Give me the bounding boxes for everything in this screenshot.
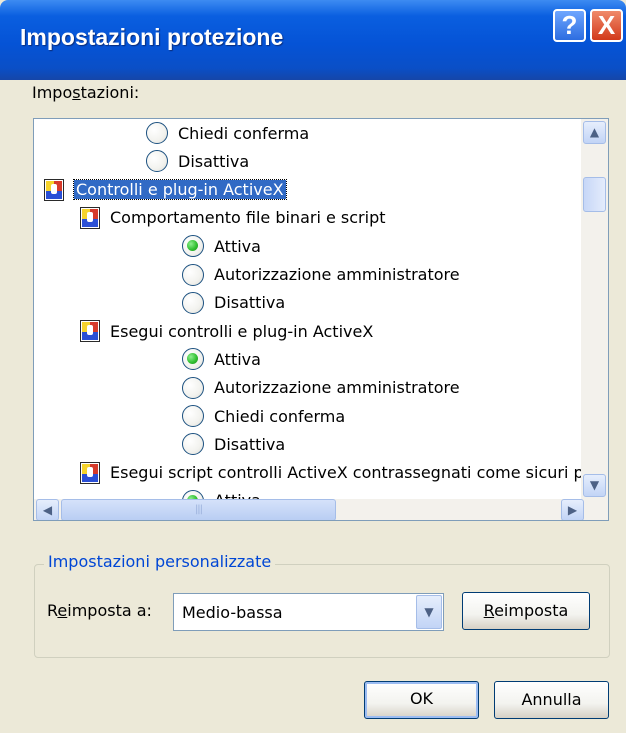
tree-item-label: Esegui script controlli ActiveX contrass…	[110, 463, 582, 483]
vertical-scroll-thumb[interactable]	[583, 177, 606, 212]
setting-category[interactable]: Esegui script controlli ActiveX contrass…	[80, 459, 582, 487]
scroll-left-icon[interactable]: ◀	[36, 499, 59, 520]
radio-option[interactable]: Attiva	[182, 487, 261, 499]
radio-checked-icon[interactable]	[182, 348, 204, 371]
radio-unchecked-icon[interactable]	[182, 405, 204, 427]
radio-option[interactable]: Attiva	[182, 232, 261, 260]
title-bar[interactable]: Impostazioni protezione ? X	[0, 0, 626, 80]
tree-item-label: Chiedi conferma	[178, 123, 310, 143]
radio-option[interactable]: Chiedi conferma	[146, 119, 309, 147]
reset-to-label: Reimposta a:	[47, 601, 152, 620]
tree-item-label: Chiedi conferma	[214, 406, 346, 426]
setting-category[interactable]: Controlli e plug-in ActiveX	[44, 176, 287, 204]
radio-unchecked-icon[interactable]	[146, 150, 168, 173]
tree-item-label: Comportamento file binari e script	[110, 208, 386, 228]
close-button[interactable]: X	[590, 9, 623, 42]
settings-category-icon	[80, 461, 100, 484]
setting-category[interactable]: Comportamento file binari e script	[80, 204, 386, 232]
window-title: Impostazioni protezione	[20, 24, 284, 50]
radio-checked-icon[interactable]	[182, 489, 204, 499]
radio-option[interactable]: Chiedi conferma	[182, 402, 345, 430]
radio-unchecked-icon[interactable]	[146, 122, 168, 144]
radio-option[interactable]: Disattiva	[182, 289, 285, 317]
settings-tree[interactable]: Chiedi conferma Disattiva Controlli e plug…	[34, 119, 582, 499]
radio-unchecked-icon[interactable]	[182, 263, 204, 286]
horizontal-scrollbar[interactable]: ◀ ||| ▶	[34, 499, 608, 520]
scroll-down-icon[interactable]: ▼	[583, 474, 606, 497]
radio-unchecked-icon[interactable]	[182, 376, 204, 399]
radio-unchecked-icon[interactable]	[182, 433, 204, 456]
tree-item-label: Attiva	[214, 349, 261, 369]
help-button[interactable]: ?	[553, 9, 586, 42]
radio-option[interactable]: Disattiva	[146, 147, 249, 175]
settings-category-icon	[80, 206, 100, 229]
reset-level-value: Medio-bassa	[182, 603, 283, 622]
settings-label: Impostazioni:	[32, 83, 140, 102]
radio-unchecked-icon[interactable]	[182, 291, 204, 314]
tree-item-label: Attiva	[214, 491, 261, 499]
settings-category-icon	[44, 178, 64, 201]
scroll-right-icon[interactable]: ▶	[561, 499, 584, 520]
reset-button[interactable]: Reimposta	[462, 592, 590, 630]
tree-item-label: Controlli e plug-in ActiveX	[73, 179, 287, 201]
horizontal-scroll-thumb[interactable]: |||	[61, 499, 336, 520]
tree-item-label: Disattiva	[214, 293, 286, 313]
tree-item-label: Attiva	[214, 236, 261, 256]
tree-item-label: Esegui controlli e plug-in ActiveX	[110, 321, 374, 341]
tree-item-label: Autorizzazione amministratore	[214, 378, 460, 398]
radio-option[interactable]: Autorizzazione amministratore	[182, 374, 460, 402]
cancel-button[interactable]: Annulla	[494, 681, 609, 719]
settings-category-icon	[80, 320, 100, 343]
tree-item-label: Disattiva	[178, 151, 250, 171]
custom-settings-legend: Impostazioni personalizzate	[44, 552, 276, 571]
setting-category[interactable]: Esegui controlli e plug-in ActiveX	[80, 317, 373, 345]
tree-item-label: Autorizzazione amministratore	[214, 265, 460, 284]
ok-button[interactable]: OK	[364, 681, 479, 719]
radio-checked-icon[interactable]	[182, 235, 204, 258]
radio-option[interactable]: Autorizzazione amministratore	[182, 261, 460, 289]
settings-list[interactable]: Chiedi conferma Disattiva Controlli e plug…	[33, 118, 609, 521]
radio-option[interactable]: Disattiva	[182, 430, 285, 458]
reset-level-select[interactable]: Medio-bassa ▼	[173, 593, 444, 631]
tree-item-label: Disattiva	[214, 434, 286, 454]
scroll-up-icon[interactable]: ▲	[583, 121, 606, 144]
radio-option[interactable]: Attiva	[182, 345, 261, 373]
chevron-down-icon[interactable]: ▼	[416, 595, 442, 629]
vertical-scrollbar[interactable]: ▲ ▼	[581, 119, 608, 499]
